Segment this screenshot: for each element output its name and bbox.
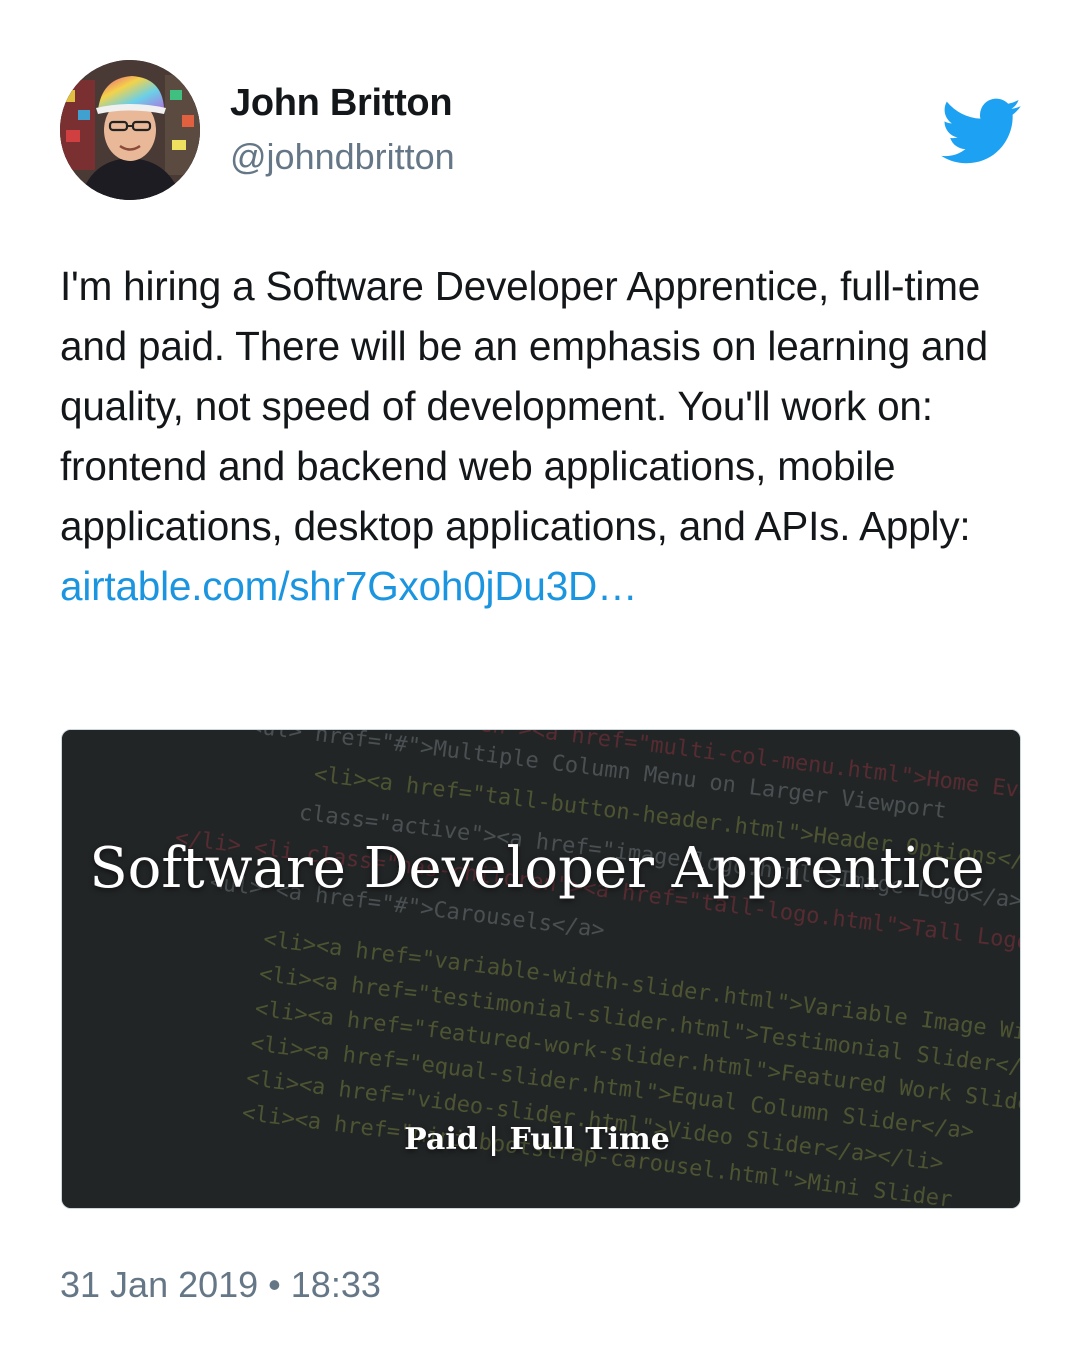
tweet-timestamp[interactable]: 31 Jan 2019 • 18:33 (60, 1262, 381, 1308)
tweet-body: I'm hiring a Software Developer Apprenti… (60, 263, 988, 549)
author-username[interactable]: @johndbritton (230, 134, 455, 180)
twitter-bird-icon[interactable] (938, 96, 1022, 166)
twitter-bird-icon-svg (941, 98, 1021, 164)
link-preview-card[interactable]: <li class="has-children"><a href="multi-… (61, 729, 1021, 1209)
tweet-text: I'm hiring a Software Developer Apprenti… (60, 256, 1030, 616)
tweet-link[interactable]: airtable.com/shr7Gxoh0jDu3D… (60, 556, 1030, 616)
card-subtitle: Paid | Full Time (404, 1122, 670, 1157)
author-display-name[interactable]: John Britton (230, 80, 453, 126)
avatar-image (60, 60, 200, 200)
card-title: Software Developer Apprentice (89, 836, 985, 901)
avatar[interactable] (60, 60, 200, 200)
